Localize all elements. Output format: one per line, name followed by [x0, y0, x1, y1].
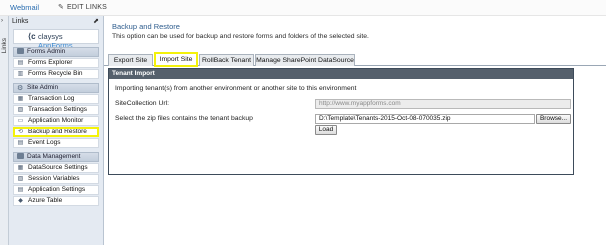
event-logs-icon: ▤	[17, 140, 24, 146]
sidebar-item-label: Session Variables	[28, 175, 80, 182]
section-header-data-management[interactable]: Data Management	[13, 152, 99, 162]
main-content: Backup and Restore This option can be us…	[104, 16, 606, 245]
sidebar-item-forms-explorer[interactable]: ▤ Forms Explorer	[13, 58, 99, 68]
sidebar-item-label: Event Logs	[28, 139, 61, 146]
tab-manage-sharepoint-datasource[interactable]: Manage SharePoint DataSource	[255, 54, 355, 66]
azure-icon: ◆	[18, 198, 23, 204]
tab-import-site[interactable]: Import Site	[154, 52, 198, 67]
tab-strip: Export Site Import Site RollBack Tenant …	[104, 52, 606, 67]
section-header-forms-admin[interactable]: Forms Admin	[13, 47, 99, 57]
links-vertical-tab[interactable]: › Links	[0, 16, 9, 245]
sidebar-header: Links ⬈	[9, 16, 103, 27]
backup-file-input[interactable]: D:\Template\Tenants-2015-Oct-08-070035.z…	[315, 114, 535, 124]
gear-icon: ⚙	[17, 85, 24, 92]
sidebar-item-label: Transaction Settings	[28, 106, 88, 113]
tab-export-site[interactable]: Export Site	[108, 54, 153, 66]
backup-restore-icon: ⟲	[17, 129, 24, 135]
section-title: Site Admin	[27, 84, 59, 91]
tenant-import-panel: Tenant Import Importing tenant(s) from a…	[108, 68, 574, 175]
sidebar-item-application-monitor[interactable]: ▭ Application Monitor	[13, 116, 99, 126]
page-title: Backup and Restore	[112, 22, 180, 31]
sidebar-item-forms-recycle-bin[interactable]: ▥ Forms Recycle Bin	[13, 69, 99, 79]
panel-header: Tenant Import	[109, 69, 573, 79]
site-collection-url-label: SiteCollection Url:	[115, 100, 170, 107]
datasource-icon: ▦	[17, 165, 24, 171]
sidebar-item-backup-and-restore[interactable]: ⟲ Backup and Restore	[13, 127, 99, 137]
section-title: Forms Admin	[27, 48, 66, 55]
section-header-site-admin[interactable]: ⚙ Site Admin	[13, 83, 99, 93]
page-description: This option can be used for backup and r…	[112, 33, 369, 40]
logo-brand: claysys	[38, 32, 63, 41]
sidebar: Links ⬈ ⟨c claysys AppForms Forms Admin …	[9, 16, 104, 245]
application-settings-icon: ▤	[17, 187, 24, 193]
sidebar-item-transaction-log[interactable]: ▦ Transaction Log	[13, 94, 99, 104]
webmail-link[interactable]: Webmail	[10, 3, 39, 12]
sidebar-item-label: Azure Table	[28, 197, 63, 204]
sidebar-item-azure-table[interactable]: ◆ Azure Table	[13, 196, 99, 206]
sidebar-item-application-settings[interactable]: ▤ Application Settings	[13, 185, 99, 195]
sidebar-item-label: DataSource Settings	[28, 164, 88, 171]
sidebar-item-label: Transaction Log	[28, 95, 75, 102]
sidebar-item-label: Backup and Restore	[28, 128, 87, 135]
data-management-icon	[17, 153, 24, 159]
collapse-arrow-icon[interactable]: ›	[1, 18, 3, 24]
top-bar: Webmail ✎ EDIT LINKS	[0, 0, 606, 16]
links-vertical-label: Links	[1, 38, 8, 54]
load-button[interactable]: Load	[315, 125, 337, 135]
claysys-appforms-logo: ⟨c claysys AppForms	[13, 29, 99, 50]
sidebar-item-event-logs[interactable]: ▤ Event Logs	[13, 138, 99, 148]
forms-admin-icon	[17, 48, 24, 54]
forms-explorer-icon: ▤	[17, 60, 24, 66]
sidebar-item-transaction-settings[interactable]: ▧ Transaction Settings	[13, 105, 99, 115]
pin-icon[interactable]: ⬈	[93, 16, 99, 27]
section-title: Data Management	[27, 153, 81, 160]
sidebar-item-datasource-settings[interactable]: ▦ DataSource Settings	[13, 163, 99, 173]
edit-links-label: EDIT LINKS	[67, 4, 107, 11]
session-variables-icon: ▧	[17, 176, 24, 182]
sidebar-item-session-variables[interactable]: ▧ Session Variables	[13, 174, 99, 184]
import-intro-text: Importing tenant(s) from another environ…	[115, 85, 357, 92]
sidebar-item-label: Forms Recycle Bin	[28, 70, 83, 77]
pencil-icon: ✎	[57, 4, 65, 11]
edit-links-button[interactable]: ✎ EDIT LINKS	[57, 3, 107, 11]
transaction-log-icon: ▦	[17, 96, 24, 102]
claysys-logo-mark: ⟨c	[28, 32, 36, 41]
browse-button[interactable]: Browse...	[536, 114, 571, 124]
sidebar-item-label: Forms Explorer	[28, 59, 73, 66]
tab-rollback-tenant[interactable]: RollBack Tenant	[199, 54, 254, 66]
monitor-icon: ▭	[17, 118, 24, 124]
site-collection-url-input[interactable]: http://www.myappforms.com	[315, 99, 571, 109]
sidebar-title: Links	[12, 18, 29, 25]
zip-file-label: Select the zip files contains the tenant…	[115, 115, 253, 122]
transaction-settings-icon: ▧	[17, 107, 24, 113]
sidebar-item-label: Application Settings	[28, 186, 86, 193]
sidebar-item-label: Application Monitor	[28, 117, 84, 124]
recycle-bin-icon: ▥	[17, 71, 24, 77]
